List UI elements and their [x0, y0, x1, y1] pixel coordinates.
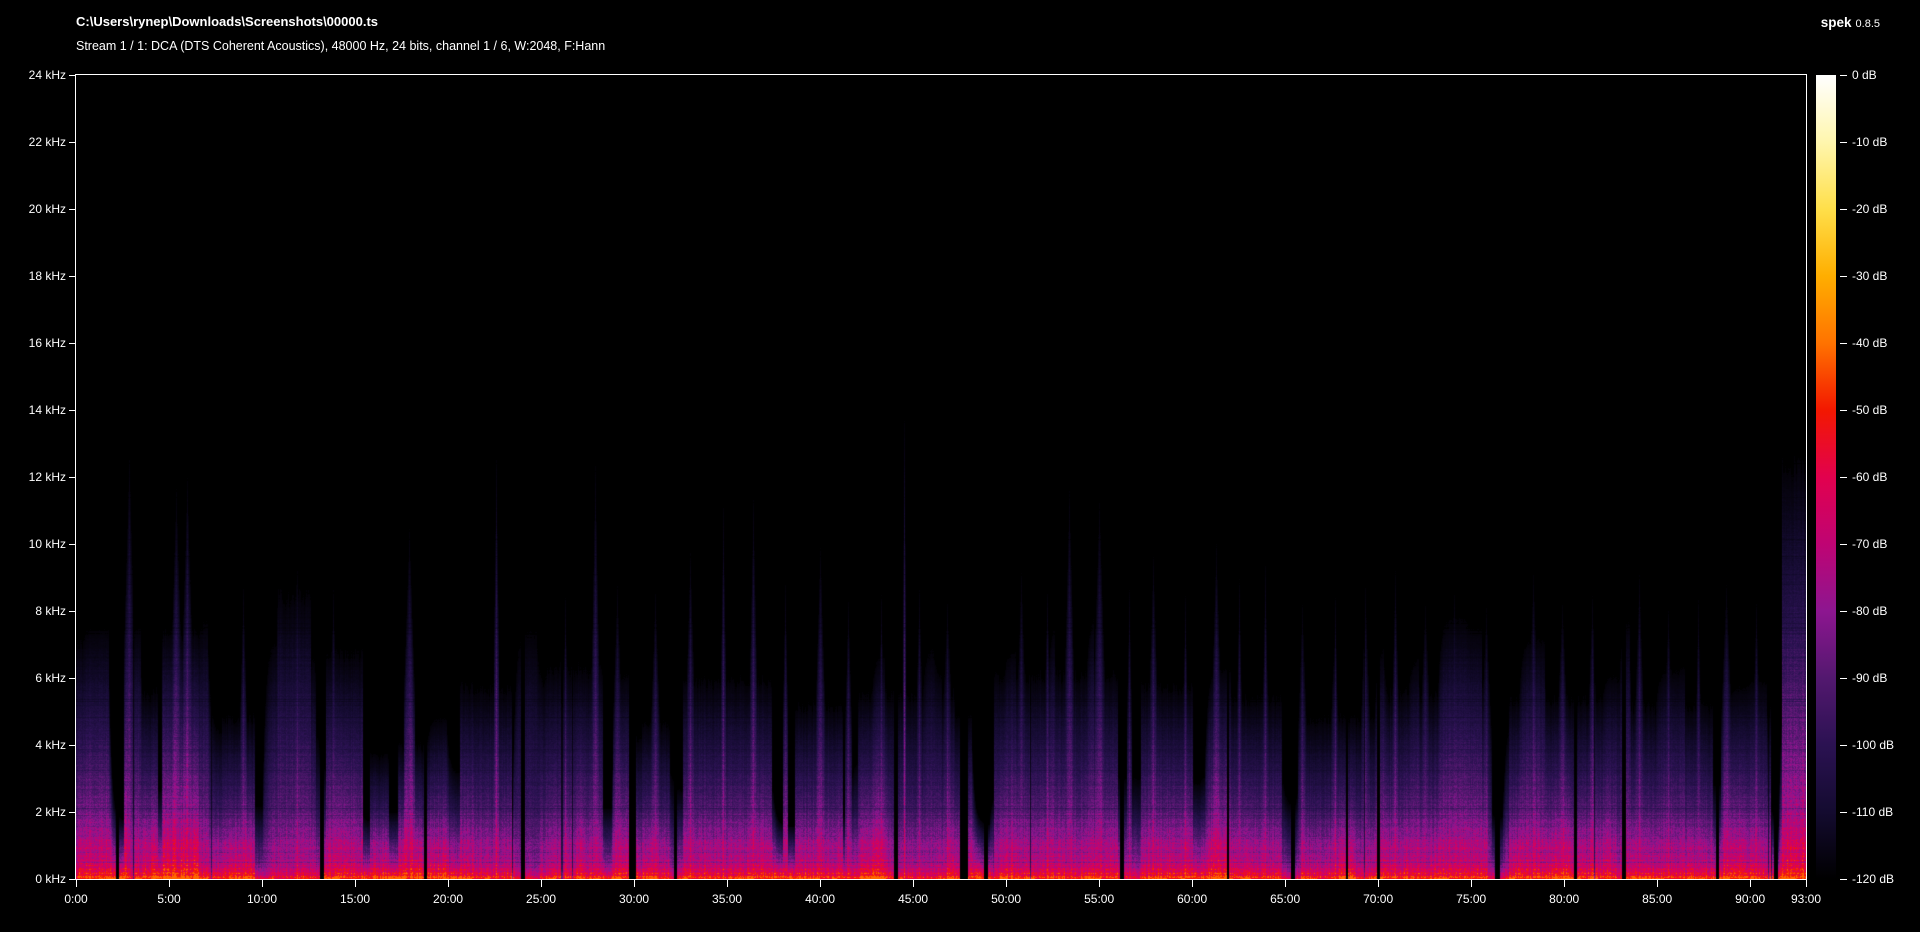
db-tick-label: -30 dB: [1852, 268, 1887, 284]
db-tick-mark: [1840, 611, 1847, 612]
db-tick-label: -40 dB: [1852, 335, 1887, 351]
db-tick-label: -50 dB: [1852, 402, 1887, 418]
db-tick-mark: [1840, 477, 1847, 478]
db-tick-mark: [1840, 678, 1847, 679]
db-tick-label: -90 dB: [1852, 670, 1887, 686]
db-tick-mark: [1840, 142, 1847, 143]
db-tick-mark: [1840, 75, 1847, 76]
db-tick-mark: [1840, 812, 1847, 813]
db-tick-label: -10 dB: [1852, 134, 1887, 150]
db-tick-mark: [1840, 879, 1847, 880]
db-tick-label: 0 dB: [1852, 67, 1877, 83]
db-tick-mark: [1840, 544, 1847, 545]
db-tick-mark: [1840, 343, 1847, 344]
db-tick-label: -110 dB: [1852, 804, 1893, 820]
db-tick-label: -120 dB: [1852, 871, 1894, 887]
db-tick-label: -80 dB: [1852, 603, 1887, 619]
db-tick-mark: [1840, 745, 1847, 746]
db-tick-mark: [1840, 410, 1847, 411]
db-tick-mark: [1840, 209, 1847, 210]
spek-window: C:\Users\rynep\Downloads\Screenshots\000…: [0, 0, 1920, 932]
db-tick-label: -100 dB: [1852, 737, 1894, 753]
db-tick-label: -20 dB: [1852, 201, 1887, 217]
db-tick-label: -70 dB: [1852, 536, 1887, 552]
db-axis: 0 dB -10 dB -20 dB -30 dB -40 dB -50 dB -60 dB…: [0, 0, 1920, 932]
db-tick-mark: [1840, 276, 1847, 277]
db-tick-label: -60 dB: [1852, 469, 1887, 485]
